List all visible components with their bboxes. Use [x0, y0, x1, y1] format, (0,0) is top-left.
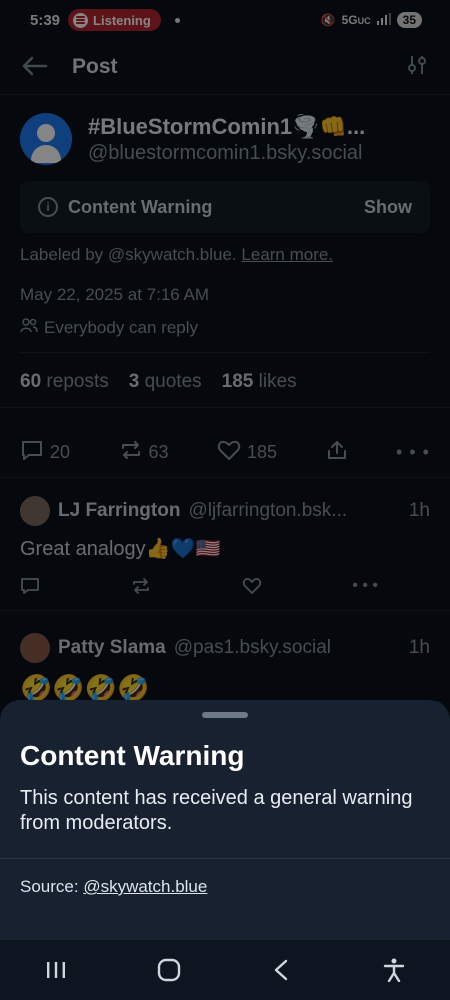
show-button[interactable]: Show	[364, 197, 412, 218]
share-icon	[326, 439, 348, 466]
comment-icon[interactable]	[20, 577, 40, 600]
notification-dot	[174, 17, 180, 23]
repost-icon	[119, 439, 143, 466]
recents-icon[interactable]	[26, 960, 86, 980]
avatar[interactable]	[20, 113, 72, 165]
content-warning-sheet: Content Warning This content has receive…	[0, 700, 450, 940]
content-warning-box[interactable]: i Content Warning Show	[20, 181, 430, 233]
sheet-title: Content Warning	[20, 740, 245, 771]
quotes-stat[interactable]: 3 quotes	[129, 371, 202, 393]
sheet-source: Source: @skywatch.blue	[20, 877, 208, 896]
reply-author-handle[interactable]: @pas1.bsky.social	[174, 637, 401, 659]
labeled-by: Labeled by @skywatch.blue. Learn more.	[20, 245, 334, 264]
repost-icon[interactable]	[131, 577, 151, 600]
home-icon[interactable]	[139, 958, 199, 982]
avatar[interactable]	[20, 496, 50, 526]
reply-author-handle[interactable]: @ljfarrington.bsk...	[188, 500, 400, 522]
network-label: 5GUC	[341, 13, 371, 27]
sliders-icon[interactable]	[406, 54, 428, 81]
reply-time: 1h	[408, 500, 430, 521]
author-display-name[interactable]: #BlueStormComin1🌪️👊...	[88, 114, 365, 140]
reply-post[interactable]: Patty Slama @pas1.bsky.social 1h 🤣🤣🤣🤣	[0, 610, 450, 714]
back-icon[interactable]	[251, 959, 311, 981]
sheet-description: This content has received a general warn…	[20, 787, 413, 834]
reply-button[interactable]: 20	[20, 439, 70, 466]
status-bar: 5:39 Listening 🔇 5GUC 35	[0, 0, 450, 40]
spotify-icon	[73, 12, 89, 28]
battery-indicator: 35	[396, 12, 422, 28]
ellipsis-icon[interactable]: • • •	[352, 577, 378, 600]
ellipsis-icon: • • •	[396, 442, 430, 462]
accessibility-icon[interactable]	[364, 958, 424, 982]
author-handle[interactable]: @bluestormcomin1.bsky.social	[88, 142, 365, 165]
users-icon	[20, 317, 38, 338]
heart-icon	[217, 439, 241, 466]
system-nav-bar	[0, 940, 450, 1000]
content-warning-label: Content Warning	[68, 196, 213, 217]
page-title: Post	[72, 55, 118, 78]
listening-label: Listening	[93, 12, 151, 28]
comment-icon	[20, 439, 44, 466]
more-options-button[interactable]: • • •	[396, 442, 430, 463]
reply-author-name[interactable]: Patty Slama	[58, 637, 166, 659]
mute-icon: 🔇	[320, 13, 336, 27]
post-actions: 20 63 185 • • •	[0, 407, 450, 477]
repost-button[interactable]: 63	[119, 439, 169, 466]
reply-author-name[interactable]: LJ Farrington	[58, 500, 180, 522]
listening-pill[interactable]: Listening	[68, 9, 161, 31]
arrow-left-icon[interactable]	[22, 52, 72, 83]
like-button[interactable]: 185	[217, 439, 277, 466]
header: Post	[0, 40, 450, 95]
share-button[interactable]	[326, 439, 348, 466]
post-stats: 60 reposts 3 quotes 185 likes	[0, 353, 450, 393]
likes-stat[interactable]: 185 likes	[222, 371, 297, 393]
reply-post[interactable]: LJ Farrington @ljfarrington.bsk... 1h Gr…	[0, 477, 450, 610]
post-author[interactable]: #BlueStormComin1🌪️👊... @bluestormcomin1.…	[0, 95, 450, 165]
status-time: 5:39	[30, 11, 61, 29]
info-icon: i	[38, 197, 58, 217]
avatar[interactable]	[20, 633, 50, 663]
heart-icon[interactable]	[242, 577, 262, 600]
post-date: May 22, 2025 at 7:16 AM	[20, 285, 210, 304]
source-link[interactable]: @skywatch.blue	[83, 877, 207, 896]
reposts-stat[interactable]: 60 reposts	[20, 371, 109, 393]
signal-icon	[376, 12, 391, 28]
reply-setting: Everybody can reply	[0, 305, 450, 338]
status-right: 🔇 5GUC 35	[321, 12, 422, 28]
learn-more-link[interactable]: Learn more.	[241, 245, 333, 264]
reply-time: 1h	[408, 637, 430, 658]
reply-text: Great analogy👍💙🇺🇸	[20, 538, 221, 560]
